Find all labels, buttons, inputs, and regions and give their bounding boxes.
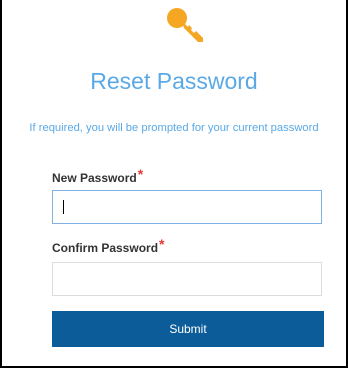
key-icon [167,8,203,42]
confirm-password-label: Confirm Password* [52,236,165,255]
page-subtitle: If required, you will be prompted for yo… [29,122,319,134]
required-marker: * [137,166,144,182]
new-password-label: New Password* [52,166,144,185]
confirm-password-input[interactable] [52,262,322,296]
reset-password-panel: Reset Password If required, you will be … [0,0,348,368]
text-caret [63,200,64,214]
confirm-password-label-text: Confirm Password [52,241,159,255]
page-title: Reset Password [90,68,258,94]
submit-button[interactable]: Submit [52,311,324,347]
new-password-label-text: New Password [52,171,137,185]
required-marker: * [159,236,165,252]
new-password-input[interactable] [52,190,322,224]
